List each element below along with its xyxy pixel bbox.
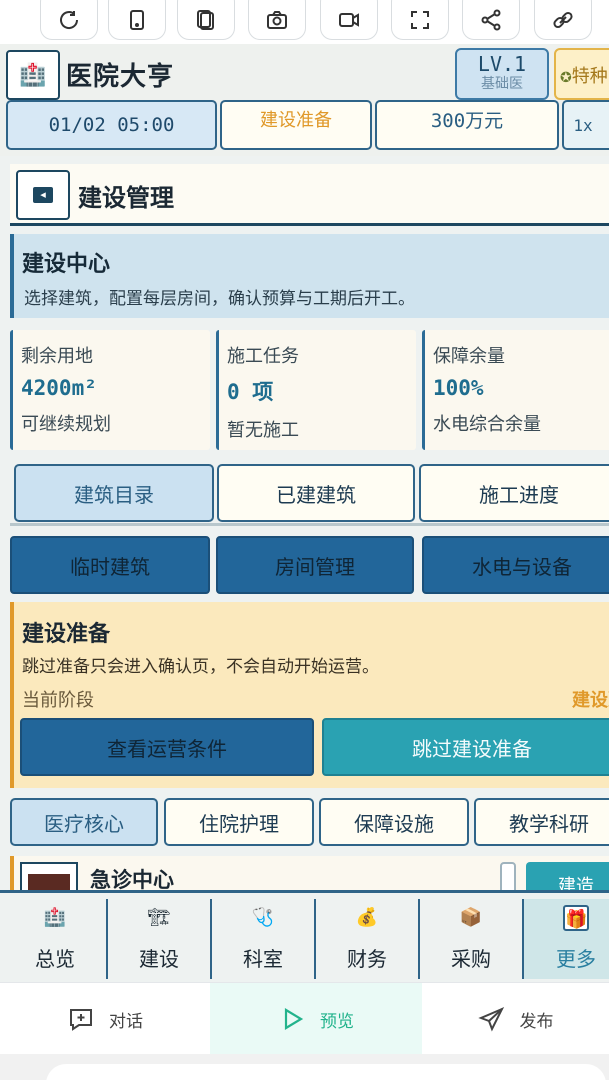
- publish-tab[interactable]: 发布: [422, 983, 609, 1055]
- level-sub-label: 基础医: [481, 76, 523, 92]
- back-button[interactable]: ◂: [16, 170, 70, 220]
- construction-prep-card: 建设准备 跳过准备只会进入确认页，不会自动开始运营。 当前阶段 建设准备 查看运…: [10, 602, 609, 788]
- tab-building-catalog[interactable]: 建筑目录: [14, 464, 214, 522]
- chat-icon: [70, 1009, 92, 1031]
- coins-icon: 💰: [355, 907, 379, 928]
- build-button[interactable]: 建造: [526, 862, 609, 890]
- category-support-facilities[interactable]: 保障设施: [319, 798, 469, 846]
- send-icon: [477, 1007, 504, 1032]
- nav-label: 采购: [451, 947, 491, 971]
- metric-sub: 暂无施工: [227, 420, 299, 441]
- tab-construction-progress[interactable]: 施工进度: [419, 464, 609, 522]
- copy-icon[interactable]: [177, 0, 235, 40]
- preview-label: 预览: [320, 1011, 354, 1032]
- level-label: LV.1: [477, 52, 527, 76]
- view-operating-conditions-button[interactable]: 查看运营条件: [20, 718, 314, 776]
- building-name: 急诊中心: [90, 868, 174, 890]
- prep-description: 跳过准备只会进入确认页，不会自动开始运营。: [22, 657, 379, 677]
- building-thumbnail: [20, 862, 78, 890]
- chat-label: 对话: [109, 1011, 143, 1032]
- metric-value: 0 项: [227, 380, 274, 404]
- construction-center-card: 建设中心 选择建筑，配置每层房间，确认预算与工期后开工。: [10, 234, 609, 318]
- metric-land: 剩余用地 4200m² 可继续规划: [10, 330, 210, 450]
- nav-departments[interactable]: 🩺 科室: [212, 899, 316, 979]
- video-icon[interactable]: [320, 0, 378, 40]
- utilities-equipment-button[interactable]: 水电与设备: [422, 536, 609, 594]
- category-inpatient-care[interactable]: 住院护理: [164, 798, 314, 846]
- nav-overview[interactable]: 🏥 总览: [4, 899, 108, 979]
- nav-finance[interactable]: 💰 财务: [316, 899, 420, 979]
- speed-toggle[interactable]: 1x: [562, 100, 609, 150]
- metric-label: 剩余用地: [21, 346, 93, 367]
- game-header: 🏥 医院大亨 LV.1 基础医 ✪特种 01/02 05:00 建设准备 300…: [0, 44, 609, 156]
- nav-construction[interactable]: 🏗 建设: [108, 899, 212, 979]
- chat-tab[interactable]: 对话: [0, 983, 210, 1055]
- tab-row: 建筑目录 已建建筑 施工进度: [10, 460, 609, 526]
- play-icon: [284, 1008, 304, 1030]
- nav-procurement[interactable]: 📦 采购: [420, 899, 524, 979]
- panel-title: 建设管理: [78, 184, 174, 212]
- center-title: 建设中心: [22, 252, 111, 277]
- metric-value: 100%: [433, 376, 484, 400]
- metric-value: 4200m²: [21, 376, 97, 400]
- gift-icon: 🎁: [563, 905, 589, 931]
- center-description: 选择建筑，配置每层房间，确认预算与工期后开工。: [24, 289, 415, 309]
- mobile-icon[interactable]: [108, 0, 166, 40]
- nav-label: 建设: [139, 947, 179, 971]
- back-arrow-icon: ◂: [33, 187, 53, 203]
- metric-tasks: 施工任务 0 项 暂无施工: [216, 330, 416, 450]
- bottom-strip: [0, 1054, 609, 1080]
- building-slot: [500, 862, 516, 890]
- metric-label: 施工任务: [227, 346, 299, 367]
- nav-label: 财务: [347, 947, 387, 971]
- refresh-icon[interactable]: [40, 0, 98, 40]
- tab-built-buildings[interactable]: 已建建筑: [217, 464, 415, 522]
- phase-display: 建设准备: [220, 100, 372, 150]
- money-display: 300万元: [375, 100, 559, 150]
- publish-label: 发布: [519, 1011, 554, 1032]
- prep-title: 建设准备: [22, 622, 111, 647]
- stage-value: 建设准备: [572, 690, 609, 711]
- fullscreen-icon[interactable]: [391, 0, 449, 40]
- app-title: 医院大亨: [66, 62, 175, 92]
- preview-tab[interactable]: 预览: [210, 983, 422, 1055]
- hospital-logo-icon: 🏥: [6, 50, 60, 100]
- category-medical-core[interactable]: 医疗核心: [10, 798, 158, 846]
- hospital-icon: 🏥: [43, 907, 67, 928]
- input-pill[interactable]: [46, 1064, 606, 1080]
- temporary-building-button[interactable]: 临时建筑: [10, 536, 210, 594]
- browser-toolbar: [0, 0, 609, 44]
- metric-sub: 水电综合余量: [433, 414, 541, 435]
- nav-more[interactable]: 🎁 更多: [524, 899, 609, 979]
- main-content[interactable]: ◂ 建设管理 建设中心 选择建筑，配置每层房间，确认预算与工期后开工。 剩余用地…: [0, 156, 609, 890]
- metric-capacity: 保障余量 100% 水电综合余量: [422, 330, 609, 450]
- nav-label: 总览: [35, 947, 75, 971]
- special-label: 特种: [571, 66, 608, 87]
- crane-icon: 🏗: [147, 907, 171, 928]
- special-badge[interactable]: ✪特种: [554, 48, 609, 100]
- category-teaching-research[interactable]: 教学科研: [474, 798, 609, 846]
- speed-label: 1x: [573, 115, 593, 135]
- skip-construction-prep-button[interactable]: 跳过建设准备: [322, 718, 609, 776]
- date-time-display: 01/02 05:00: [6, 100, 217, 150]
- game-bottom-nav: 🏥 总览 🏗 建设 🩺 科室 💰 财务 📦 采购 🎁 更多: [0, 890, 609, 982]
- building-list-item: 急诊中心 建造: [10, 856, 609, 890]
- department-icon: 🩺: [251, 907, 275, 928]
- level-badge[interactable]: LV.1 基础医: [455, 48, 549, 100]
- star-icon: ✪: [560, 70, 572, 86]
- nav-label: 更多: [556, 947, 596, 971]
- link-icon[interactable]: [534, 0, 592, 40]
- nav-label: 科室: [243, 947, 283, 971]
- stage-label: 当前阶段: [22, 690, 94, 711]
- app-screen: 🏥 医院大亨 LV.1 基础医 ✪特种 01/02 05:00 建设准备 300…: [0, 0, 609, 1080]
- app-bottom-bar: 对话 预览 发布: [0, 982, 609, 1055]
- metric-label: 保障余量: [433, 346, 505, 367]
- panel-header: ◂ 建设管理: [10, 164, 609, 226]
- share-icon[interactable]: [462, 0, 520, 40]
- metric-sub: 可继续规划: [21, 414, 111, 435]
- room-management-button[interactable]: 房间管理: [216, 536, 414, 594]
- camera-icon[interactable]: [248, 0, 306, 40]
- box-icon: 📦: [459, 907, 483, 928]
